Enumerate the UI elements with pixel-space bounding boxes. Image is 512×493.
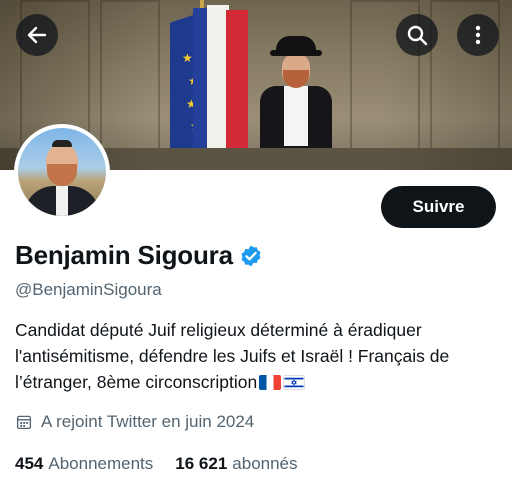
profile-stats: 454 Abonnements 16 621 abonnés — [15, 454, 320, 474]
following-link[interactable]: 454 Abonnements — [15, 454, 153, 474]
more-button[interactable] — [457, 14, 499, 56]
verified-badge-icon[interactable] — [239, 244, 263, 268]
profile-name: Benjamin Sigoura — [15, 240, 233, 270]
calendar-icon — [16, 415, 32, 430]
following-count: 454 — [15, 454, 44, 473]
joined-text: A rejoint Twitter en juin 2024 — [41, 412, 255, 431]
joined-date: A rejoint Twitter en juin 2024 — [15, 412, 254, 432]
profile-bio: Candidat député Juif religieux déterminé… — [15, 317, 505, 395]
avatar[interactable] — [14, 124, 110, 220]
follow-button[interactable]: Suivre — [381, 186, 496, 228]
search-icon — [407, 25, 428, 46]
avatar-photo — [18, 128, 106, 216]
bio-text: Candidat député Juif religieux déterminé… — [15, 320, 450, 392]
following-label: Abonnements — [48, 454, 154, 473]
more-vertical-icon — [475, 25, 481, 45]
profile-name-row: Benjamin Sigoura — [15, 240, 263, 271]
followers-link[interactable]: 16 621 abonnés — [175, 454, 297, 474]
back-button[interactable] — [16, 14, 58, 56]
search-button[interactable] — [396, 14, 438, 56]
flag-france-icon — [259, 375, 282, 390]
arrow-left-icon — [27, 26, 47, 44]
profile-handle: @BenjaminSigoura — [15, 280, 162, 299]
followers-count: 16 621 — [175, 454, 228, 473]
followers-label: abonnés — [232, 454, 298, 473]
flag-israel-icon — [283, 375, 306, 390]
